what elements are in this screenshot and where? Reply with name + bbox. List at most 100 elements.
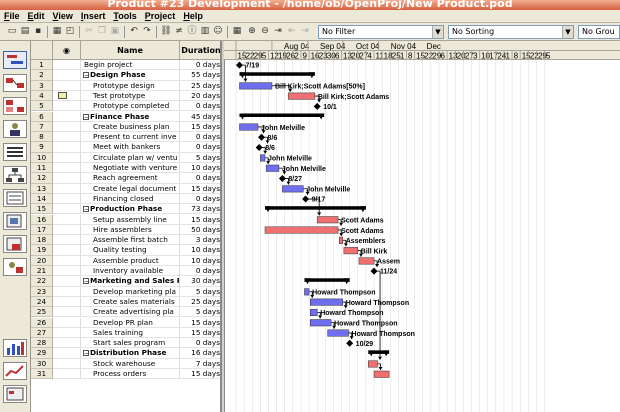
duration-column-header[interactable]: Duration: [180, 41, 220, 60]
duration-cell[interactable]: 0 days: [180, 142, 220, 153]
redo-icon[interactable]: ↷: [141, 25, 153, 38]
table-row[interactable]: 5 Prototype completed 0 days: [31, 101, 220, 112]
task-name-cell[interactable]: Hire assemblers: [81, 224, 180, 236]
duration-cell[interactable]: 15 days: [180, 215, 220, 225]
task-name-cell[interactable]: Assemble first batch: [81, 235, 180, 246]
duration-cell[interactable]: 45 days: [180, 112, 220, 122]
menu-insert[interactable]: Insert: [81, 11, 106, 21]
task-name-cell[interactable]: Create advertising pla: [81, 307, 180, 318]
table-row[interactable]: 13 Create legal document 15 days: [31, 183, 220, 194]
duration-cell[interactable]: 0 days: [180, 338, 220, 349]
sorting-select[interactable]: No Sorting ▼: [448, 25, 574, 39]
duration-cell[interactable]: 0 days: [180, 266, 220, 277]
task-name-cell[interactable]: −Design Phase: [81, 70, 180, 81]
task-name-cell[interactable]: Circulate plan w/ ventu: [81, 152, 180, 163]
task-name-cell[interactable]: Prototype design: [81, 80, 180, 91]
print-preview-icon[interactable]: ◰: [64, 25, 76, 38]
duration-cell[interactable]: 5 days: [180, 307, 220, 318]
gantt-view-button[interactable]: [3, 51, 27, 69]
duration-cell[interactable]: 73 days: [180, 204, 220, 215]
task-name-cell[interactable]: Sales training: [81, 327, 180, 339]
duration-cell[interactable]: 0 days: [180, 101, 220, 112]
menu-tools[interactable]: Tools: [113, 11, 136, 21]
notes-icon[interactable]: ▥: [199, 25, 211, 38]
table-row[interactable]: 6 −Finance Phase 45 days: [31, 111, 220, 122]
gantt-chart[interactable]: 15 22 29 5 12 19 26 2 9 16 23 30 6 13 20 27 4 11 18 25 1 8 15 2…: [224, 41, 620, 412]
task-name-cell[interactable]: −Finance Phase: [81, 111, 180, 122]
new-file-icon[interactable]: ▭: [6, 25, 18, 38]
task-name-cell[interactable]: Prototype completed: [81, 101, 180, 112]
duration-cell[interactable]: 15 days: [180, 122, 220, 133]
table-row[interactable]: 17 Hire assemblers 50 days: [31, 224, 220, 236]
task-name-cell[interactable]: Inventory available: [81, 266, 180, 277]
table-row[interactable]: 27 Sales training 15 days: [31, 327, 220, 339]
duration-cell[interactable]: 10 days: [180, 256, 220, 266]
duration-cell[interactable]: 15 days: [180, 369, 220, 380]
task-name-cell[interactable]: −Production Phase: [81, 204, 180, 215]
duration-cell[interactable]: 15 days: [180, 318, 220, 328]
copy-icon[interactable]: ❐: [96, 25, 108, 38]
task-name-cell[interactable]: Present to current inve: [81, 132, 180, 143]
resource-view-button[interactable]: [3, 120, 27, 138]
indent-icon[interactable]: ⇤: [286, 25, 298, 38]
network-view-button[interactable]: [3, 74, 27, 92]
duration-cell[interactable]: 0 days: [180, 132, 220, 143]
collapse-icon[interactable]: −: [83, 278, 89, 285]
duration-cell[interactable]: 20 days: [180, 91, 220, 102]
report-view-button[interactable]: [3, 189, 27, 207]
paste-icon[interactable]: ▣: [109, 25, 121, 38]
task-name-cell[interactable]: Meet with bankers: [81, 142, 180, 153]
task-name-cell[interactable]: Stock warehouse: [81, 358, 180, 369]
table-row[interactable]: 20 Assemble product 10 days: [31, 255, 220, 266]
duration-cell[interactable]: 10 days: [180, 163, 220, 174]
task-name-cell[interactable]: Negotiate with venture: [81, 163, 180, 174]
duration-cell[interactable]: 25 days: [180, 81, 220, 91]
tree-view-button[interactable]: [3, 166, 27, 184]
task-detail-button[interactable]: [3, 385, 27, 403]
table-row[interactable]: 18 Assemble first batch 3 days: [31, 235, 220, 246]
duration-cell[interactable]: 0 days: [180, 194, 220, 205]
task-name-cell[interactable]: −Distribution Phase: [81, 348, 180, 359]
duration-cell[interactable]: 5 days: [180, 153, 220, 163]
task-name-cell[interactable]: Begin project: [81, 60, 180, 71]
save-icon[interactable]: ▪: [32, 25, 44, 38]
table-row[interactable]: 29 −Distribution Phase 16 days: [31, 348, 220, 359]
table-row[interactable]: 23 Develop marketing pla 5 days: [31, 286, 220, 297]
table-row[interactable]: 10 Circulate plan w/ ventu 5 days: [31, 152, 220, 163]
zoom-in-icon[interactable]: ⊕: [246, 25, 258, 38]
charts-button[interactable]: [3, 362, 27, 380]
menu-project[interactable]: Project: [145, 11, 176, 21]
task-name-cell[interactable]: Test prototype: [81, 90, 180, 102]
table-row[interactable]: 22 −Marketing and Sales P 30 days: [31, 276, 220, 287]
task-name-cell[interactable]: Create business plan: [81, 121, 180, 133]
table-row[interactable]: 1 Begin project 0 days: [31, 60, 220, 71]
collapse-icon[interactable]: −: [83, 350, 89, 357]
duration-cell[interactable]: 16 days: [180, 348, 220, 359]
note-icon[interactable]: [58, 91, 67, 99]
table-row[interactable]: 24 Create sales materials 25 days: [31, 296, 220, 308]
table-row[interactable]: 7 Create business plan 15 days: [31, 121, 220, 133]
table-row[interactable]: 30 Stock warehouse 7 days: [31, 358, 220, 369]
table-row[interactable]: 3 Prototype design 25 days: [31, 80, 220, 91]
task-name-cell[interactable]: Create legal document: [81, 183, 180, 194]
name-column-header[interactable]: Name: [81, 41, 180, 60]
undo-icon[interactable]: ↶: [128, 25, 140, 38]
table-row[interactable]: 2 −Design Phase 55 days: [31, 70, 220, 81]
table-row[interactable]: 21 Inventory available 0 days: [31, 266, 220, 277]
table-row[interactable]: 26 Develop PR plan 15 days: [31, 317, 220, 328]
task-name-cell[interactable]: Financing closed: [81, 193, 180, 205]
wbs-view-button[interactable]: [3, 97, 27, 115]
table-row[interactable]: 8 Present to current inve 0 days: [31, 132, 220, 143]
outdent-icon[interactable]: ⇥: [299, 25, 311, 38]
duration-cell[interactable]: 3 days: [180, 235, 220, 246]
task-name-cell[interactable]: Setup assembly line: [81, 214, 180, 225]
zoom-out-icon[interactable]: ⊖: [259, 25, 271, 38]
table-row[interactable]: 19 Quality testing 10 days: [31, 245, 220, 256]
table-row[interactable]: 9 Meet with bankers 0 days: [31, 142, 220, 153]
table-row[interactable]: 28 Start sales program 0 days: [31, 338, 220, 349]
table-row[interactable]: 11 Negotiate with venture 10 days: [31, 163, 220, 174]
task-info-icon[interactable]: ⓘ: [186, 25, 198, 38]
collapse-icon[interactable]: −: [83, 72, 89, 79]
task-name-cell[interactable]: −Marketing and Sales P: [81, 276, 180, 287]
projects-view-button[interactable]: [3, 212, 27, 230]
